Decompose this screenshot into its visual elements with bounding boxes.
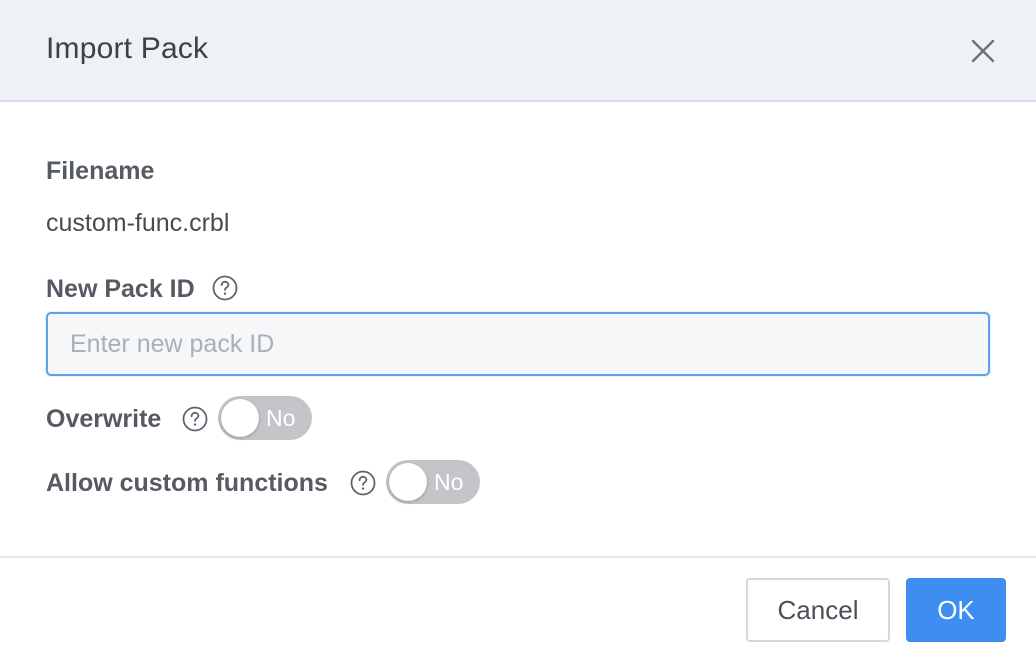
pack-id-input[interactable] bbox=[46, 312, 990, 376]
allow-custom-functions-label: Allow custom functions bbox=[46, 469, 328, 497]
footer-divider bbox=[0, 556, 1036, 558]
ok-button[interactable]: OK bbox=[906, 578, 1006, 642]
filename-label: Filename bbox=[46, 157, 155, 185]
overwrite-toggle[interactable]: No bbox=[218, 396, 312, 440]
help-circle-icon[interactable] bbox=[350, 470, 376, 496]
help-circle-icon[interactable] bbox=[182, 406, 208, 432]
filename-value: custom-func.crbl bbox=[46, 209, 230, 237]
help-circle-icon[interactable] bbox=[212, 275, 238, 301]
toggle-state-label: No bbox=[266, 405, 296, 431]
toggle-knob bbox=[221, 399, 259, 437]
close-icon[interactable] bbox=[966, 34, 1000, 68]
dialog-header: Import Pack bbox=[0, 0, 1036, 102]
toggle-state-label: No bbox=[434, 469, 464, 495]
pack-id-label: New Pack ID bbox=[46, 275, 195, 303]
cancel-button[interactable]: Cancel bbox=[746, 578, 890, 642]
toggle-knob bbox=[389, 463, 427, 501]
allow-custom-functions-toggle[interactable]: No bbox=[386, 460, 480, 504]
import-pack-dialog: Import Pack Filename custom-func.crbl Ne… bbox=[0, 0, 1036, 660]
dialog-title: Import Pack bbox=[46, 32, 209, 65]
overwrite-label: Overwrite bbox=[46, 405, 162, 433]
